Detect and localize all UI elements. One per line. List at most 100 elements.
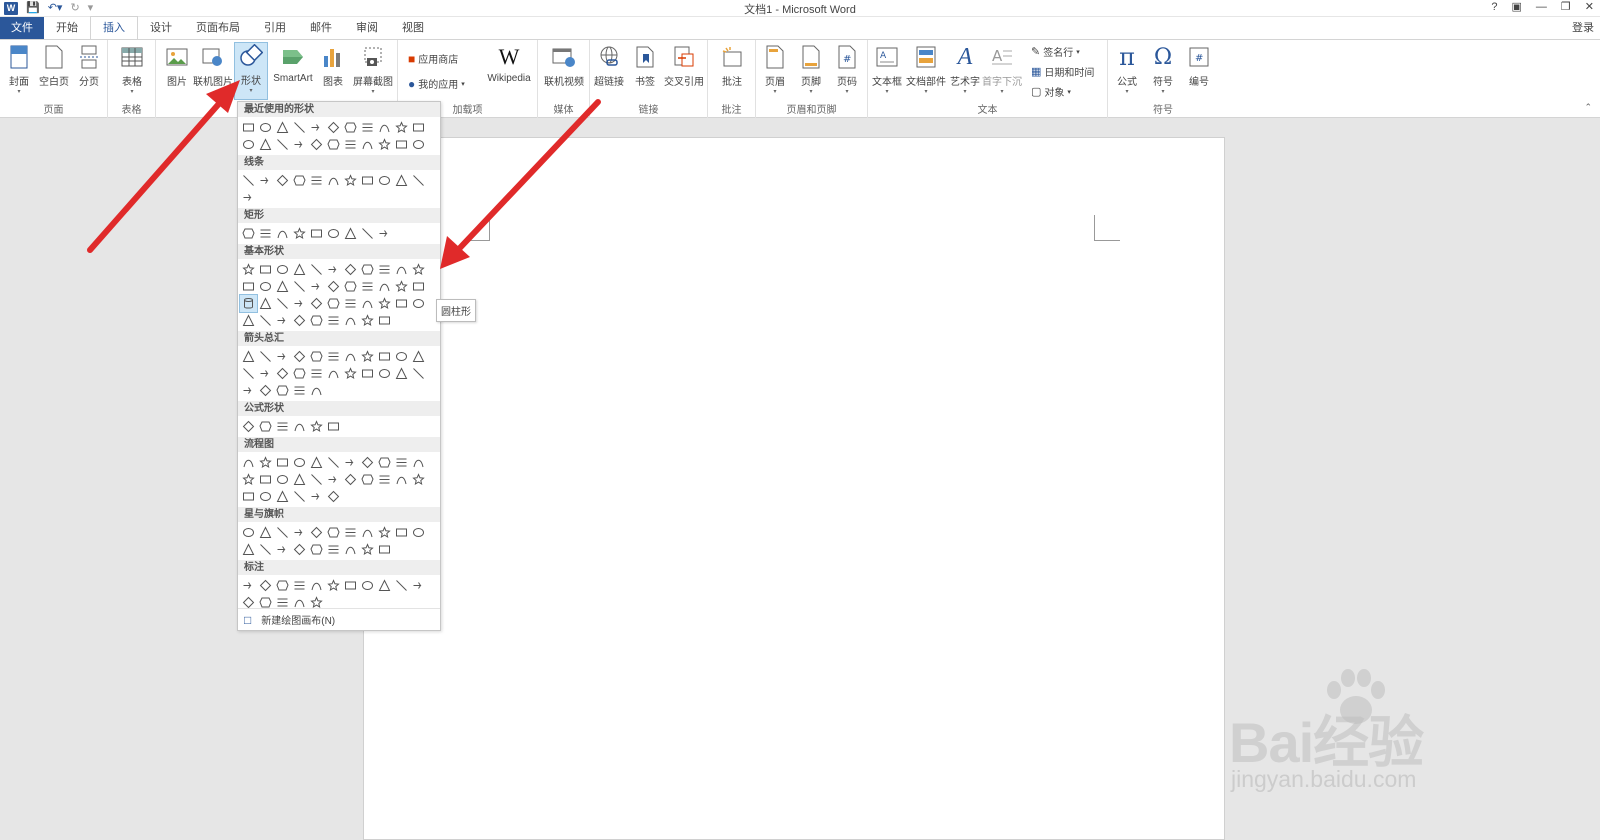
shape-option-icon[interactable]: [393, 471, 410, 488]
shape-option-icon[interactable]: [291, 382, 308, 399]
shape-option-icon[interactable]: [291, 348, 308, 365]
tab-references[interactable]: 引用: [252, 17, 298, 39]
shape-option-icon[interactable]: [308, 312, 325, 329]
tab-page-layout[interactable]: 页面布局: [184, 17, 252, 39]
shape-option-icon[interactable]: [308, 278, 325, 295]
shape-option-icon[interactable]: [240, 261, 257, 278]
shape-option-icon[interactable]: [359, 278, 376, 295]
shape-option-icon[interactable]: [257, 418, 274, 435]
shape-option-icon[interactable]: [274, 172, 291, 189]
tab-view[interactable]: 视图: [390, 17, 436, 39]
shape-option-icon[interactable]: [257, 225, 274, 242]
shape-option-icon[interactable]: [308, 454, 325, 471]
shape-option-icon[interactable]: [342, 136, 359, 153]
shape-option-icon[interactable]: [291, 119, 308, 136]
shape-option-icon[interactable]: [376, 278, 393, 295]
shape-option-icon[interactable]: [376, 295, 393, 312]
shape-option-icon[interactable]: [376, 541, 393, 558]
shape-option-icon[interactable]: [325, 365, 342, 382]
object-button[interactable]: ▢ 对象 ▾: [1031, 84, 1071, 99]
shape-option-icon[interactable]: [240, 454, 257, 471]
shape-option-icon[interactable]: [410, 348, 427, 365]
shape-option-icon[interactable]: [359, 119, 376, 136]
hyperlink-button[interactable]: 超链接: [592, 44, 626, 88]
shape-option-icon[interactable]: [308, 418, 325, 435]
shape-option-icon[interactable]: [325, 454, 342, 471]
close-icon[interactable]: ✕: [1585, 0, 1594, 15]
document-page[interactable]: [363, 137, 1225, 840]
shape-option-icon[interactable]: [291, 295, 308, 312]
shape-option-icon[interactable]: [240, 278, 257, 295]
shape-option-icon[interactable]: [393, 295, 410, 312]
shape-option-icon[interactable]: [274, 136, 291, 153]
shape-option-icon[interactable]: [274, 348, 291, 365]
page-break-button[interactable]: 分页: [72, 44, 106, 88]
symbol-button[interactable]: Ω 符号 ▾: [1146, 44, 1180, 96]
shape-option-icon[interactable]: [342, 524, 359, 541]
shape-option-icon[interactable]: [291, 488, 308, 505]
tab-file[interactable]: 文件: [0, 17, 44, 39]
shape-option-icon[interactable]: [376, 136, 393, 153]
dropcap-button[interactable]: A 首字下沉 ▾: [982, 44, 1022, 96]
shape-option-icon[interactable]: [274, 312, 291, 329]
shape-option-icon[interactable]: [274, 261, 291, 278]
cylinder-shape-icon[interactable]: [239, 294, 258, 313]
shape-option-icon[interactable]: [376, 119, 393, 136]
shape-option-icon[interactable]: [359, 577, 376, 594]
shape-option-icon[interactable]: [325, 295, 342, 312]
shape-option-icon[interactable]: [325, 225, 342, 242]
shape-option-icon[interactable]: [308, 577, 325, 594]
minimize-icon[interactable]: —: [1536, 0, 1547, 15]
shape-option-icon[interactable]: [274, 119, 291, 136]
shape-option-icon[interactable]: [240, 471, 257, 488]
shape-option-icon[interactable]: [291, 577, 308, 594]
shape-option-icon[interactable]: [342, 278, 359, 295]
shape-option-icon[interactable]: [257, 541, 274, 558]
shape-option-icon[interactable]: [308, 172, 325, 189]
equation-button[interactable]: π 公式 ▾: [1110, 43, 1144, 96]
shape-option-icon[interactable]: [342, 119, 359, 136]
shape-option-icon[interactable]: [240, 488, 257, 505]
shape-option-icon[interactable]: [257, 454, 274, 471]
shape-option-icon[interactable]: [342, 295, 359, 312]
shape-option-icon[interactable]: [359, 454, 376, 471]
shape-option-icon[interactable]: [274, 278, 291, 295]
shape-option-icon[interactable]: [342, 577, 359, 594]
wordart-button[interactable]: A 艺术字 ▾: [948, 44, 982, 96]
login-link[interactable]: 登录: [1572, 19, 1594, 35]
bookmark-button[interactable]: 书签: [628, 44, 662, 88]
shape-option-icon[interactable]: [359, 225, 376, 242]
shape-option-icon[interactable]: [257, 119, 274, 136]
shape-option-icon[interactable]: [257, 295, 274, 312]
online-picture-button[interactable]: 联机图片: [193, 44, 233, 88]
comment-button[interactable]: 批注: [715, 44, 749, 88]
shape-option-icon[interactable]: [325, 488, 342, 505]
wikipedia-button[interactable]: W Wikipedia: [483, 44, 535, 84]
shape-option-icon[interactable]: [257, 348, 274, 365]
shape-option-icon[interactable]: [342, 541, 359, 558]
shape-option-icon[interactable]: [376, 471, 393, 488]
shape-option-icon[interactable]: [257, 471, 274, 488]
shape-option-icon[interactable]: [376, 348, 393, 365]
shape-option-icon[interactable]: [410, 471, 427, 488]
shape-option-icon[interactable]: [342, 471, 359, 488]
tab-mailings[interactable]: 邮件: [298, 17, 344, 39]
shape-option-icon[interactable]: [376, 524, 393, 541]
shape-option-icon[interactable]: [325, 524, 342, 541]
shape-option-icon[interactable]: [274, 454, 291, 471]
shape-option-icon[interactable]: [274, 225, 291, 242]
textbox-button[interactable]: A 文本框 ▾: [870, 44, 904, 96]
shape-option-icon[interactable]: [308, 541, 325, 558]
datetime-button[interactable]: ▦ 日期和时间: [1031, 64, 1094, 79]
shape-option-icon[interactable]: [376, 365, 393, 382]
shape-option-icon[interactable]: [325, 418, 342, 435]
shape-option-icon[interactable]: [393, 136, 410, 153]
shape-option-icon[interactable]: [342, 261, 359, 278]
shape-option-icon[interactable]: [325, 541, 342, 558]
chart-button[interactable]: 图表: [316, 44, 350, 88]
shape-option-icon[interactable]: [393, 261, 410, 278]
shape-option-icon[interactable]: [291, 524, 308, 541]
shape-option-icon[interactable]: [308, 471, 325, 488]
tab-design[interactable]: 设计: [138, 17, 184, 39]
shape-option-icon[interactable]: [359, 295, 376, 312]
